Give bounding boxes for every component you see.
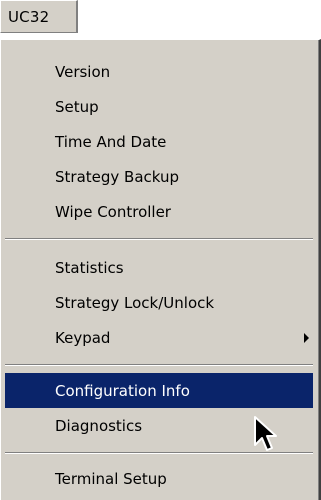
menu-item-label: Strategy Lock/Unlock (55, 293, 215, 312)
menu-item-label: Strategy Backup (55, 167, 180, 186)
menu-item-label: Terminal Setup (55, 469, 167, 488)
menu-item-statistics[interactable]: Statistics (5, 250, 313, 285)
menu-separator (5, 364, 313, 366)
menu-item-strategy-backup[interactable]: Strategy Backup (5, 159, 313, 194)
submenu-arrow-icon (304, 333, 309, 343)
menu-item-strategy-lock-unlock[interactable]: Strategy Lock/Unlock (5, 285, 313, 320)
menu-item-configuration-info[interactable]: Configuration Info (5, 373, 313, 408)
menu-item-label: Diagnostics (55, 416, 143, 435)
menu-item-keypad[interactable]: Keypad (5, 320, 313, 355)
menubar-label: UC32 (8, 7, 50, 26)
mouse-cursor-icon (254, 416, 277, 451)
menu-item-label: Statistics (55, 258, 124, 277)
menu-item-label: Configuration Info (55, 381, 190, 400)
menu-item-label: Wipe Controller (55, 202, 171, 221)
menu-item-label: Keypad (55, 328, 111, 347)
menu-separator (5, 238, 313, 240)
menu-item-label: Time And Date (55, 132, 167, 151)
menubar-uc32[interactable]: UC32 (0, 0, 78, 33)
menu-item-time-and-date[interactable]: Time And Date (5, 124, 313, 159)
menu-item-wipe-controller[interactable]: Wipe Controller (5, 194, 313, 229)
menu-item-terminal-setup[interactable]: Terminal Setup (5, 461, 313, 496)
menu-item-setup[interactable]: Setup (5, 89, 313, 124)
menu-item-label: Version (55, 62, 111, 81)
menu-item-label: Setup (55, 97, 99, 116)
menu-item-version[interactable]: Version (5, 54, 313, 89)
